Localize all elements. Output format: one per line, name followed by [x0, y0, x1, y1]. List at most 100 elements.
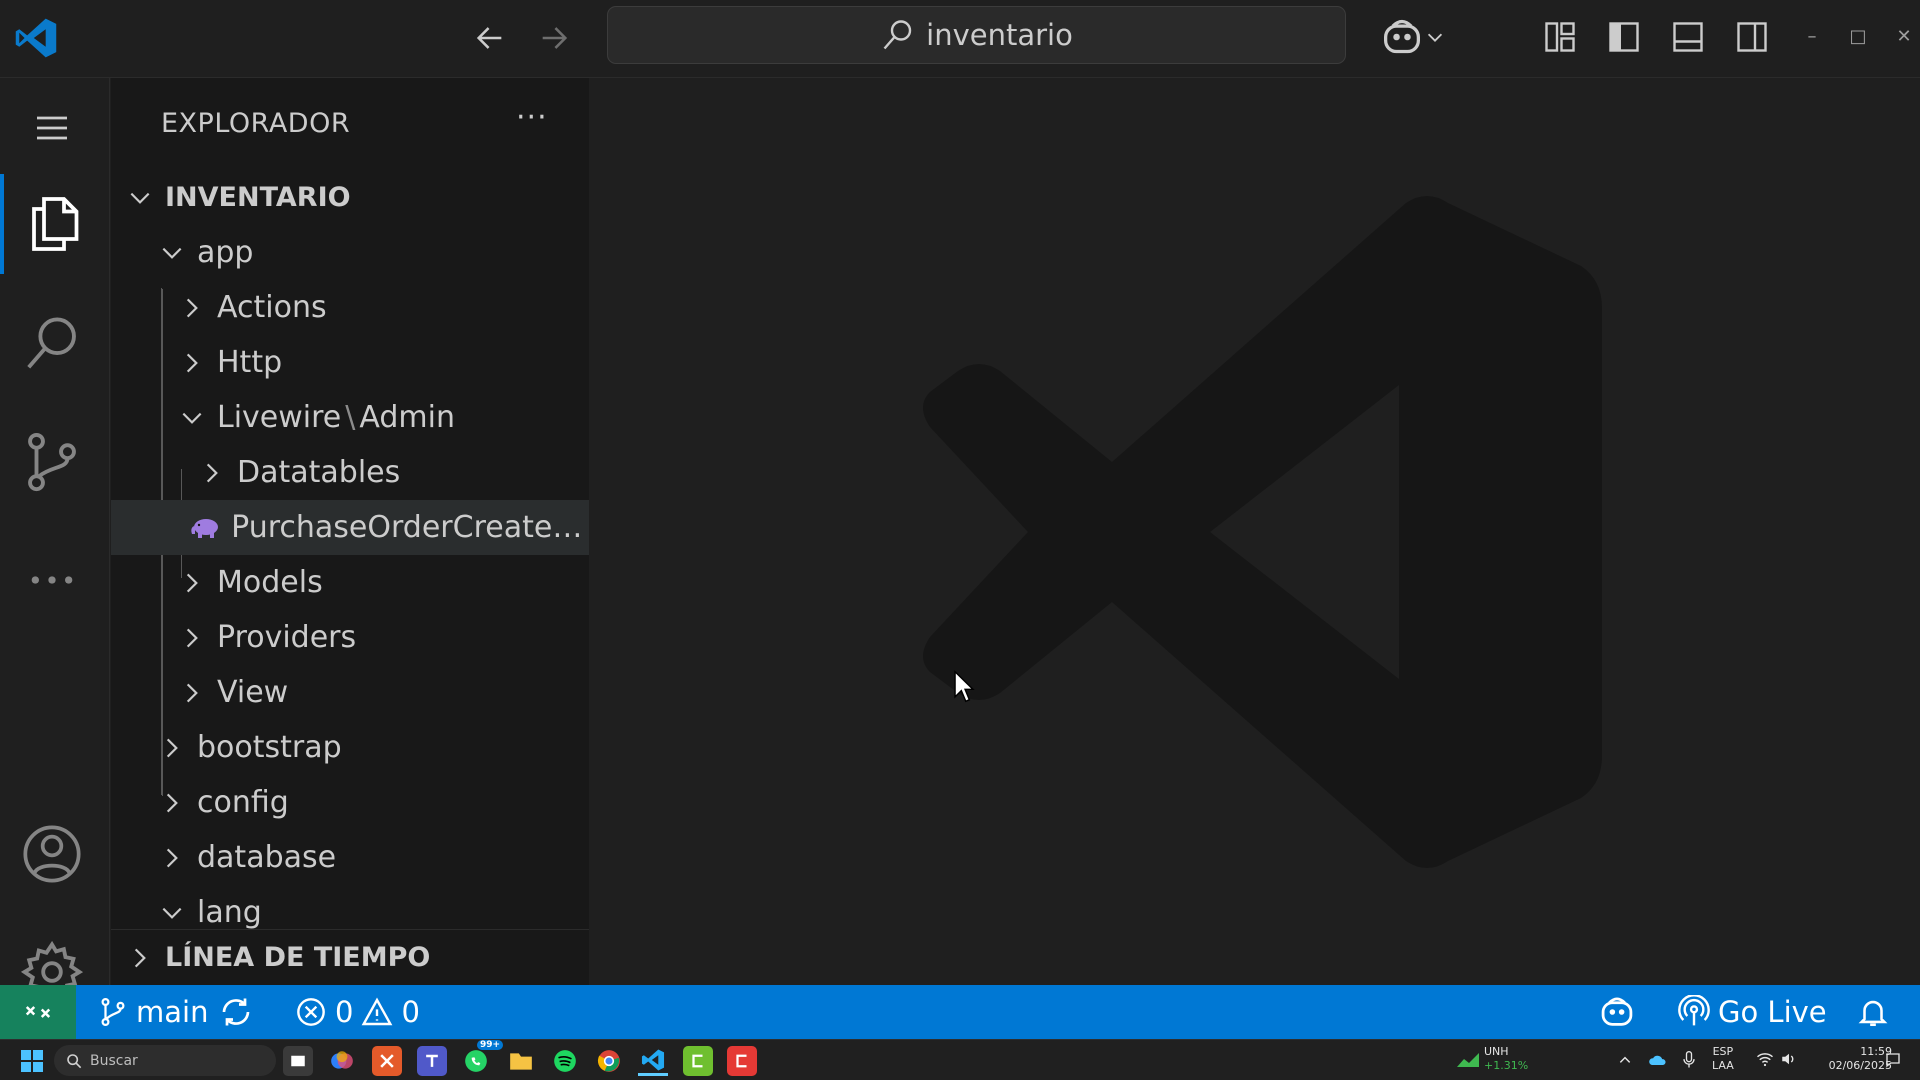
copilot-taskbar-button[interactable]	[327, 1046, 357, 1076]
chevron-right-icon	[175, 346, 209, 380]
task-view-button[interactable]	[283, 1046, 313, 1076]
tree-item-models[interactable]: Models	[111, 555, 589, 610]
editor-area[interactable]	[590, 78, 1920, 985]
tree-item-bootstrap[interactable]: bootstrap	[111, 720, 589, 775]
folder-icon	[510, 1053, 532, 1070]
tree-item-actions[interactable]: Actions	[111, 280, 589, 335]
git-branch-icon	[101, 998, 125, 1027]
menu-button[interactable]	[0, 78, 104, 178]
tree-item-datatables[interactable]: Datatables	[111, 445, 589, 500]
sidebar-right-icon	[1737, 22, 1767, 52]
tree-item-app[interactable]: app	[111, 225, 589, 280]
tree-item-livewire-admin[interactable]: Livewire \ Admin	[111, 390, 589, 445]
error-icon	[297, 998, 325, 1026]
tree-item-label: Livewire \ Admin	[217, 400, 455, 435]
windows-start-icon[interactable]	[20, 1049, 44, 1073]
arrow-left-icon	[476, 27, 502, 49]
back-button[interactable]	[470, 18, 510, 58]
copilot-icon	[1384, 19, 1420, 54]
sidebar-left-icon	[1609, 22, 1639, 52]
vscode-taskbar-button[interactable]	[638, 1046, 668, 1076]
chrome-taskbar-button[interactable]	[594, 1046, 624, 1076]
toggle-primary-sidebar-button[interactable]	[1602, 15, 1646, 59]
forward-button[interactable]	[534, 18, 574, 58]
sync-button[interactable]	[218, 985, 254, 1039]
path-segment-admin: Admin	[359, 400, 455, 435]
green-app-icon	[692, 1054, 703, 1068]
chevron-right-icon	[175, 566, 209, 600]
more-views-button[interactable]	[0, 530, 104, 630]
xampp-icon	[380, 1054, 394, 1068]
copilot-status-button[interactable]	[1598, 985, 1636, 1039]
tree-item-label: Providers	[217, 620, 357, 655]
accounts-button[interactable]	[0, 804, 104, 904]
copilot-menu-button[interactable]	[1373, 15, 1453, 59]
volume-icon[interactable]	[1780, 1051, 1798, 1067]
xampp-taskbar-button[interactable]	[372, 1046, 402, 1076]
spotify-taskbar-button[interactable]	[550, 1046, 580, 1076]
timeline-section-header[interactable]: LÍNEA DE TIEMPO	[111, 929, 589, 985]
vscode-watermark-icon	[923, 196, 1602, 868]
toggle-panel-button[interactable]	[1666, 15, 1710, 59]
chevron-down-icon	[175, 401, 209, 435]
tree-root-inventario[interactable]: INVENTARIO	[111, 170, 589, 225]
tree-item-database[interactable]: database	[111, 830, 589, 885]
chevron-right-icon	[175, 291, 209, 325]
command-center-search[interactable]: inventario	[607, 6, 1346, 64]
go-live-label: Go Live	[1718, 995, 1827, 1029]
tree-item-providers[interactable]: Providers	[111, 610, 589, 665]
tree-item-config[interactable]: config	[111, 775, 589, 830]
tree-item-label: config	[197, 785, 289, 820]
copilot-icon	[1601, 997, 1633, 1026]
vscode-window: inventario – □ ✕ EXPLORADOR ··· INVENTAR…	[0, 0, 1920, 1080]
timeline-label: LÍNEA DE TIEMPO	[165, 942, 431, 973]
remote-indicator-button[interactable]	[0, 985, 76, 1039]
hamburger-icon	[37, 116, 67, 140]
stock-change: +1.31%	[1484, 1059, 1529, 1072]
language-indicator[interactable]: ESP LAA	[1712, 1045, 1734, 1073]
whatsapp-taskbar-button[interactable]: 99+	[461, 1040, 504, 1076]
clock[interactable]: 11:59 02/06/2025	[1812, 1045, 1892, 1073]
stock-chart-icon	[1457, 1053, 1479, 1067]
onedrive-icon[interactable]	[1648, 1052, 1668, 1068]
chevron-right-icon	[155, 841, 189, 875]
green-app-taskbar-button[interactable]	[683, 1046, 713, 1076]
taskbar-search-placeholder: Buscar	[90, 1052, 138, 1069]
source-control-view-button[interactable]	[0, 412, 104, 512]
wifi-icon[interactable]	[1756, 1051, 1774, 1067]
explorer-more-actions-button[interactable]: ···	[516, 100, 548, 135]
mouse-pointer-icon	[954, 670, 975, 703]
explorer-view-button[interactable]	[0, 174, 104, 274]
stock-widget[interactable]: UNH +1.31%	[1484, 1045, 1528, 1073]
customize-layout-button[interactable]	[1538, 15, 1582, 59]
tree-item-label: bootstrap	[197, 730, 342, 765]
taskbar-search[interactable]: Buscar	[54, 1045, 276, 1076]
maximize-button[interactable]: □	[1840, 18, 1876, 54]
vscode-logo-icon[interactable]	[14, 16, 58, 60]
go-live-button[interactable]: Go Live	[1678, 985, 1827, 1039]
bell-icon	[1858, 1000, 1888, 1027]
microphone-icon[interactable]	[1682, 1050, 1696, 1070]
teams-taskbar-button[interactable]	[417, 1046, 447, 1076]
arrow-right-icon	[542, 27, 568, 49]
chevron-up-icon[interactable]	[1618, 1053, 1632, 1067]
tree-item-http[interactable]: Http	[111, 335, 589, 390]
chrome-icon	[597, 1050, 620, 1072]
red-app-taskbar-button[interactable]	[727, 1046, 757, 1076]
search-icon	[883, 20, 912, 50]
php-elephant-icon	[189, 511, 221, 545]
search-view-button[interactable]	[0, 294, 104, 394]
tree-item-purchase-order-create[interactable]: PurchaseOrderCreate.p...	[111, 500, 589, 555]
problems-button[interactable]: 0 0	[295, 985, 420, 1039]
file-explorer-taskbar-button[interactable]	[506, 1046, 536, 1076]
close-button[interactable]: ✕	[1886, 18, 1920, 54]
notifications-button[interactable]	[1856, 985, 1890, 1039]
tree-item-label: View	[217, 675, 289, 710]
toggle-secondary-sidebar-button[interactable]	[1730, 15, 1774, 59]
git-branch-button[interactable]: main	[98, 985, 208, 1039]
tree-item-view[interactable]: View	[111, 665, 589, 720]
clock-time: 11:59	[1860, 1045, 1892, 1058]
teams-icon	[426, 1054, 438, 1067]
notification-center-icon[interactable]	[1884, 1051, 1902, 1069]
minimize-button[interactable]: –	[1794, 18, 1830, 54]
